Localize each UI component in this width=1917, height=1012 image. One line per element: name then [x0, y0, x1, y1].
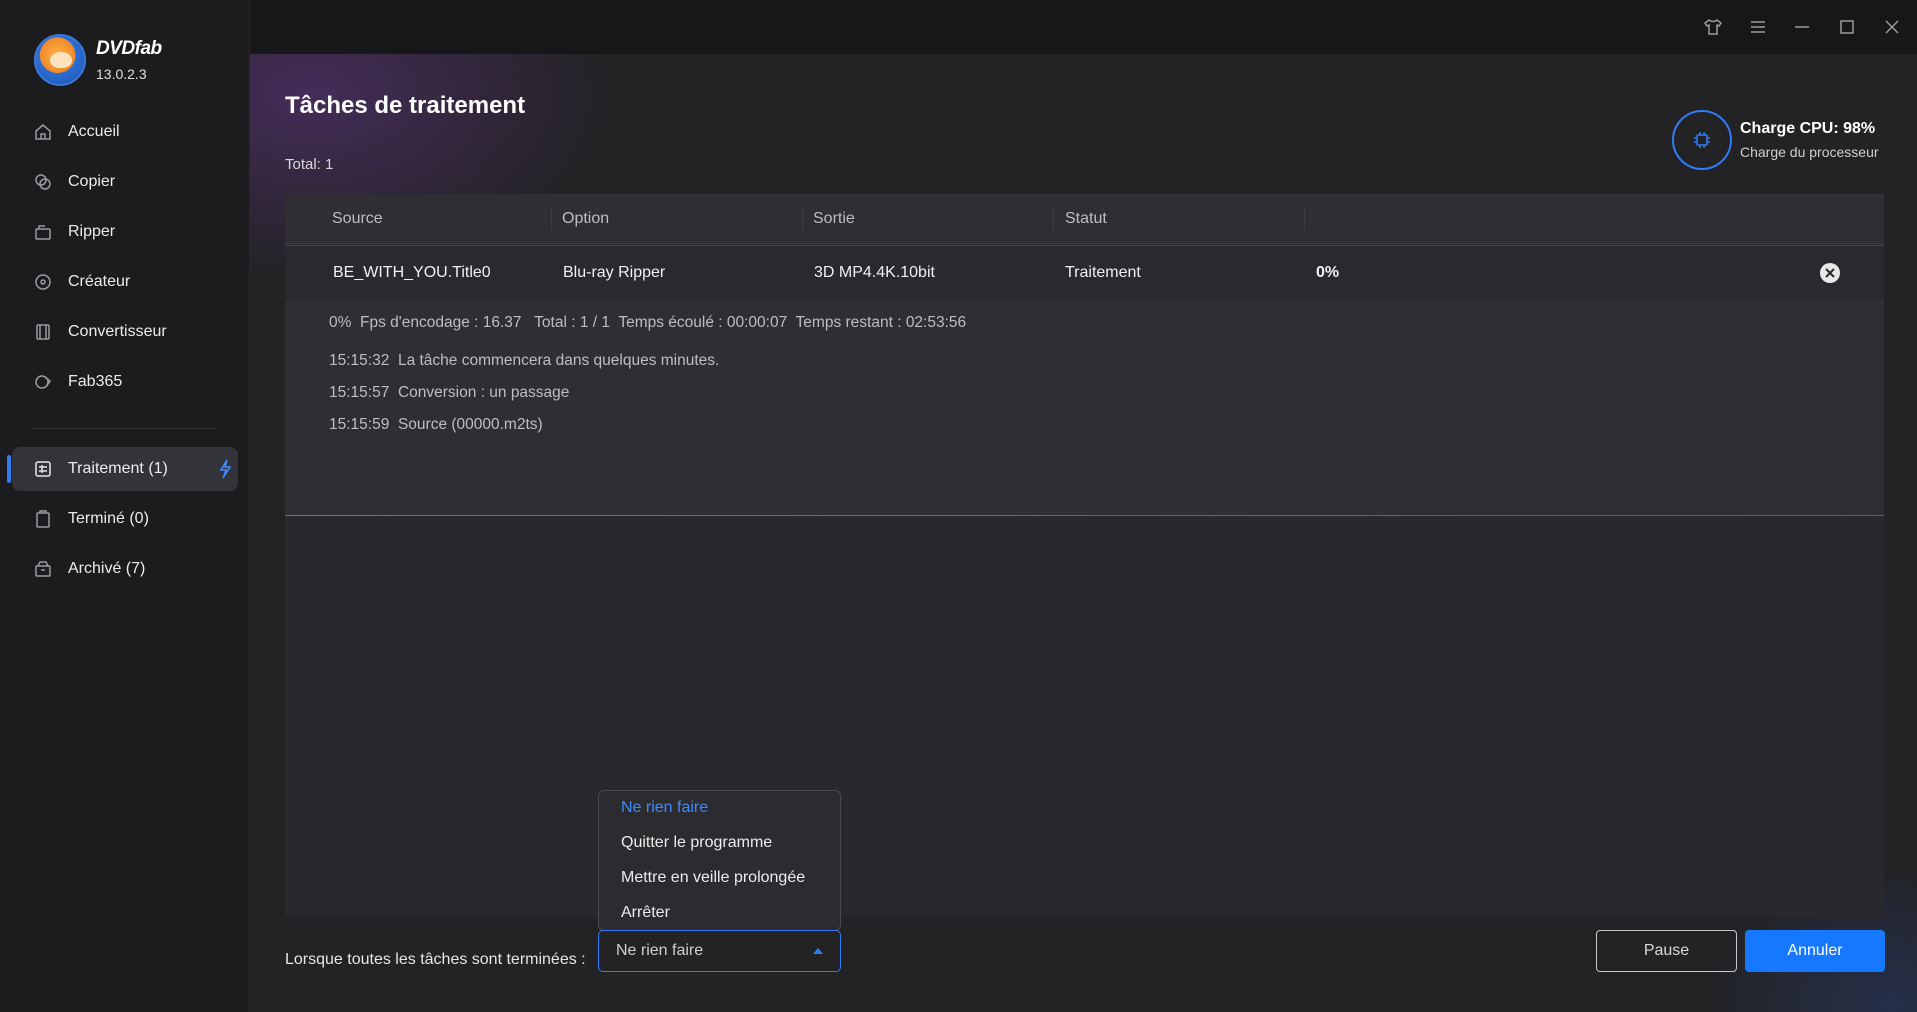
maximize-icon[interactable] [1836, 16, 1858, 38]
sidebar-item-accueil[interactable]: Accueil [12, 110, 238, 154]
encoding-summary: 0% Fps d'encodage : 16.37 Total : 1 / 1 … [329, 314, 967, 331]
task-status: Traitement [1065, 264, 1141, 281]
sidebar-item-createur[interactable]: Créateur [12, 260, 238, 304]
total-count: Total: 1 [285, 156, 334, 173]
column-header-output: Sortie [813, 210, 855, 227]
title-bar [250, 0, 1917, 54]
cancel-button[interactable]: Annuler [1745, 930, 1885, 972]
column-divider [802, 208, 803, 230]
copy-icon [34, 173, 52, 191]
creator-icon [34, 273, 52, 291]
column-divider [551, 208, 552, 230]
app-version: 13.0.2.3 [96, 66, 147, 82]
dropdown-option-hibernate[interactable]: Mettre en veille prolongée [599, 865, 840, 900]
processing-icon [34, 460, 52, 478]
after-tasks-select[interactable]: Ne rien faire [598, 930, 841, 972]
sidebar-item-termine[interactable]: Terminé (0) [12, 497, 238, 541]
sidebar-item-label: Ripper [68, 223, 116, 240]
sidebar-item-label: Copier [68, 173, 116, 190]
app-logo: DVDfab 13.0.2.3 [34, 34, 162, 86]
tshirt-skin-icon[interactable] [1702, 16, 1724, 38]
dvdfab-mascot-icon [34, 34, 86, 86]
main-content: Tâches de traitement Total: 1 Charge CPU… [250, 54, 1917, 1012]
cpu-chip-icon [1672, 110, 1732, 170]
remove-task-button[interactable] [1820, 263, 1840, 283]
sidebar-item-label: Fab365 [68, 373, 123, 390]
column-divider [1304, 208, 1305, 230]
film-icon [34, 323, 52, 341]
sidebar-item-copier[interactable]: Copier [12, 160, 238, 204]
column-header-status: Statut [1065, 210, 1107, 227]
sidebar-item-label: Convertisseur [68, 323, 167, 340]
sidebar-item-ripper[interactable]: Ripper [12, 210, 238, 254]
sidebar-item-label: Archivé (7) [68, 560, 146, 577]
log-line: 15:15:57 Conversion : un passage [329, 384, 570, 401]
sidebar-item-label: Accueil [68, 123, 120, 140]
sidebar-item-label: Traitement (1) [68, 460, 168, 477]
sidebar-item-label: Terminé (0) [68, 510, 149, 527]
log-line: 15:15:59 Source (00000.m2ts) [329, 416, 543, 433]
log-line: 15:15:32 La tâche commencera dans quelqu… [329, 352, 720, 369]
home-icon [34, 123, 52, 141]
ripper-icon [34, 223, 52, 241]
main-nav: Accueil Copier Ripper Créateur Convertis… [12, 110, 238, 410]
dropdown-option-do-nothing[interactable]: Ne rien faire [599, 795, 840, 830]
minimize-icon[interactable] [1791, 16, 1813, 38]
sidebar-item-archive[interactable]: Archivé (7) [12, 547, 238, 591]
close-window-icon[interactable] [1881, 16, 1903, 38]
cpu-load-label: Charge du processeur [1740, 144, 1879, 160]
sidebar-item-traitement[interactable]: Traitement (1) [7, 447, 238, 491]
brand-name: DVDfab [96, 38, 162, 59]
archive-icon [34, 560, 52, 578]
task-panel: Source Option Sortie Statut BE_WITH_YOU.… [285, 194, 1884, 917]
cpu-load-widget: Charge CPU: 98% Charge du processeur [1672, 110, 1879, 170]
sidebar-item-fab365[interactable]: Fab365 [12, 360, 238, 404]
column-divider [1053, 208, 1054, 230]
after-tasks-dropdown-menu: Ne rien faire Quitter le programme Mettr… [598, 790, 841, 931]
sidebar-item-label: Créateur [68, 273, 131, 290]
task-output: 3D MP4.4K.10bit [814, 264, 935, 281]
after-tasks-label: Lorsque toutes les tâches sont terminées… [285, 951, 586, 968]
pause-button[interactable]: Pause [1596, 930, 1737, 972]
cpu-load-value: Charge CPU: 98% [1740, 120, 1876, 137]
caret-up-icon [813, 948, 823, 954]
task-nav: Traitement (1) Terminé (0) Archivé (7) [7, 447, 238, 597]
sidebar: DVDfab 13.0.2.3 Accueil Copier Ripper Cr… [0, 0, 250, 1012]
task-source: BE_WITH_YOU.Title0 [333, 264, 491, 281]
select-value: Ne rien faire [616, 942, 704, 959]
table-header: Source Option Sortie Statut [285, 194, 1884, 244]
fab365-icon [34, 373, 52, 391]
clipboard-icon [34, 510, 52, 528]
task-details: 0% Fps d'encodage : 16.37 Total : 1 / 1 … [285, 300, 1884, 516]
sidebar-item-convertisseur[interactable]: Convertisseur [12, 310, 238, 354]
table-row[interactable]: BE_WITH_YOU.Title0 Blu-ray Ripper 3D MP4… [285, 245, 1884, 299]
column-header-option: Option [562, 210, 610, 227]
column-header-source: Source [332, 210, 383, 227]
sidebar-divider [33, 428, 217, 429]
dropdown-option-quit-program[interactable]: Quitter le programme [599, 830, 840, 865]
task-option: Blu-ray Ripper [563, 264, 666, 281]
bolt-icon [218, 459, 232, 484]
page-title: Tâches de traitement [285, 92, 526, 119]
task-progress: 0% [1316, 264, 1340, 281]
menu-icon[interactable] [1747, 16, 1769, 38]
